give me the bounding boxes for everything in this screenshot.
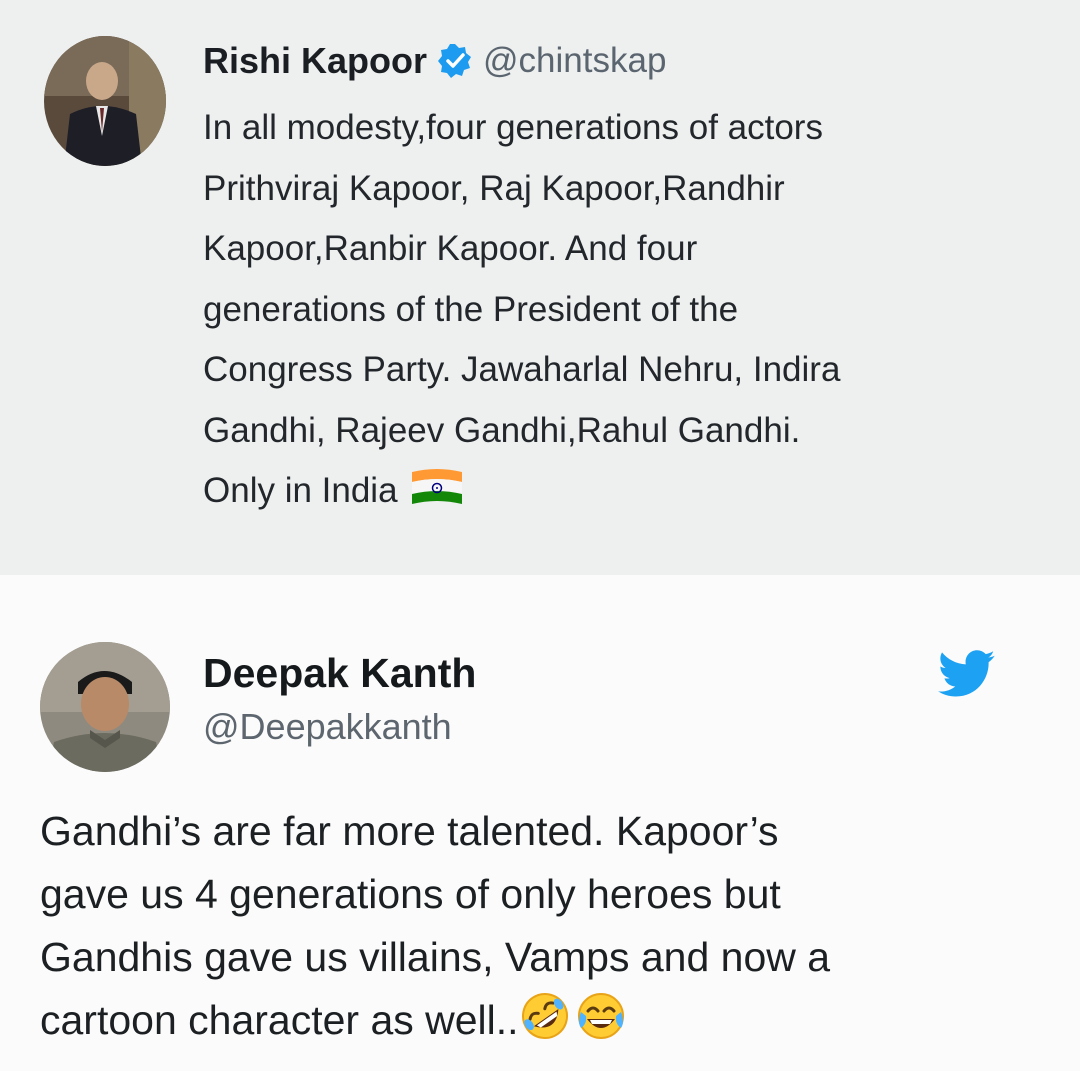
tweet-1-text-line: Congress Party. Jawaharlal Nehru, Indira: [203, 350, 841, 389]
rolling-on-floor-laughing-emoji: [519, 990, 571, 1042]
tweet-1-text-line: Gandhi, Rajeev Gandhi,Rahul Gandhi.: [203, 410, 801, 450]
tears-of-joy-emoji: [575, 990, 627, 1042]
display-name[interactable]: Deepak Kanth: [203, 650, 476, 697]
tweet-1-text: In all modesty,four generations of actor…: [203, 98, 1033, 522]
avatar-rishi-kapoor[interactable]: [44, 36, 166, 166]
tweet-1-text-line: Prithviraj Kapoor, Raj Kapoor,Randhir: [203, 168, 785, 208]
avatar-deepak-kanth[interactable]: [40, 642, 170, 772]
tweet-1-header: Rishi Kapoor @chintskap: [203, 36, 666, 86]
user-handle[interactable]: @Deepakkanth: [203, 706, 452, 748]
tweet-2-text-line: Gandhi’s are far more talented. Kapoor’s: [40, 808, 779, 854]
tweet-1-text-line: generations of the President of the: [203, 289, 739, 329]
tweet-1-text-line: Only in India: [203, 471, 398, 510]
indian-flag-emoji: [408, 468, 466, 508]
tweet-1-text-line: Kapoor,Ranbir Kapoor. And four: [203, 229, 698, 268]
user-handle[interactable]: @chintskap: [483, 41, 666, 81]
tweet-2-text-line: gave us 4 generations of only heroes but: [40, 871, 781, 917]
tweet-1-text-line: In all modesty,four generations of actor…: [203, 108, 823, 147]
display-name[interactable]: Rishi Kapoor: [203, 40, 427, 82]
tweet-2-text: Gandhi’s are far more talented. Kapoor’s…: [40, 800, 1060, 1052]
twitter-bird-icon[interactable]: [938, 650, 996, 698]
tweet-2-text-line: cartoon character as well..: [40, 997, 519, 1043]
verified-badge-icon: [437, 43, 473, 79]
tweet-2-text-line: Gandhis gave us villains, Vamps and now …: [40, 934, 831, 980]
tweet-2-last-line: cartoon character as well..: [40, 989, 1060, 1052]
tweet-1-last-line: Only in India: [203, 461, 1033, 522]
